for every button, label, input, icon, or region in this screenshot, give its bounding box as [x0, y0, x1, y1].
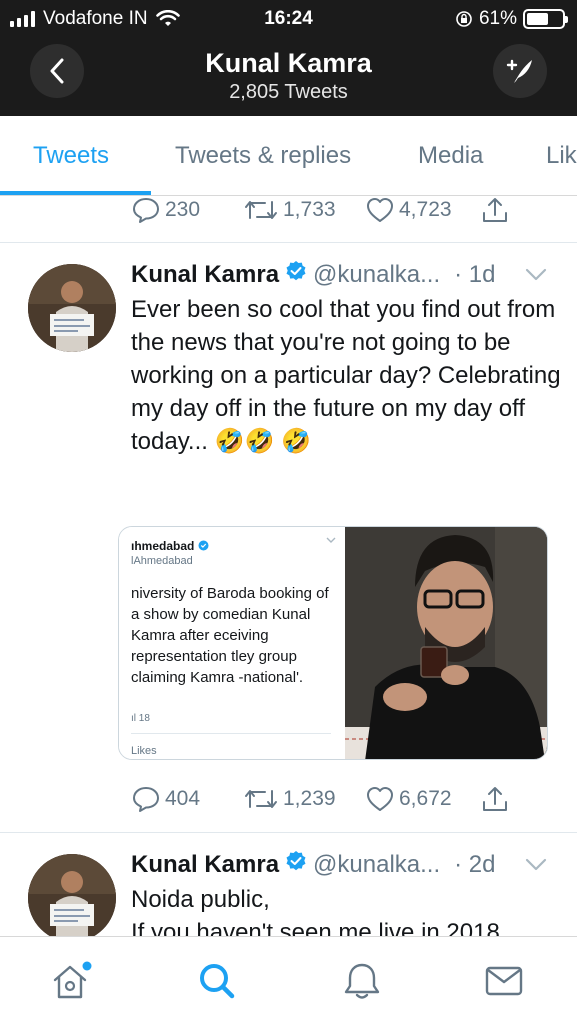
author-name[interactable]: Kunal Kamra [131, 851, 279, 879]
tab-home[interactable] [50, 961, 94, 1006]
battery-fill [527, 13, 548, 25]
tweet-text: Noida public, If you haven't seen me liv… [131, 886, 500, 936]
retweet-count: 1,239 [283, 787, 336, 810]
home-icon [53, 961, 92, 999]
avatar-photo [28, 264, 116, 352]
orientation-lock-icon [456, 11, 472, 27]
heart-icon [367, 198, 393, 222]
verified-badge-icon [286, 851, 306, 871]
battery-percent: 61% [478, 8, 517, 29]
chevron-down-icon[interactable] [525, 268, 547, 282]
retweet-icon [245, 201, 277, 219]
like-button[interactable]: 4,723 [365, 196, 481, 224]
media-photo [345, 527, 547, 759]
active-tab-indicator [0, 191, 151, 195]
quoted-likes-label: Likes [131, 745, 157, 757]
avatar-photo [28, 854, 116, 936]
tab-tweets[interactable]: Tweets [33, 142, 109, 170]
retweet-button[interactable]: 1,733 [243, 198, 365, 222]
quoted-verified-badge-icon [198, 540, 209, 551]
tweet-divider [0, 832, 577, 833]
tweet-feed[interactable]: 230 1,733 4,723 Kunal Kamra @kunalka... … [0, 196, 577, 936]
profile-name: Kunal Kamra [205, 48, 372, 78]
retweet-button[interactable]: 1,239 [243, 787, 365, 811]
tweet-actions: 404 1,239 6,672 [131, 785, 509, 813]
author-handle[interactable]: @kunalka... [313, 261, 440, 289]
status-bar: Vodafone IN 16:24 61% [0, 0, 577, 40]
quoted-divider [131, 733, 331, 734]
tweet-count: 2,805 Tweets [229, 81, 348, 103]
share-button[interactable] [481, 785, 509, 813]
reply-icon [133, 787, 159, 812]
tweet-time: · 1d [454, 261, 496, 288]
tweet-header: Kunal Kamra @kunalka... · 1d [131, 260, 496, 289]
notifications-icon [344, 963, 380, 999]
status-right: 61% [455, 8, 568, 30]
reply-button[interactable]: 230 [131, 196, 243, 224]
tweet-header: Kunal Kamra @kunalka... · 2d [131, 850, 496, 879]
tab-messages[interactable] [482, 961, 526, 1006]
tab-media[interactable]: Media [418, 142, 483, 170]
person-drinking-photo [345, 527, 547, 759]
tweet-text: Ever been so cool that you find out from… [131, 296, 561, 455]
like-count: 4,723 [399, 198, 452, 221]
compose-feather-icon [506, 59, 532, 83]
share-icon [483, 198, 507, 222]
battery-icon [523, 9, 568, 29]
quoted-author: ıhmedabad [131, 539, 209, 553]
tab-search[interactable] [195, 961, 239, 1006]
heart-icon [367, 787, 393, 811]
quoted-date: ıl 18 [131, 713, 150, 724]
tab-tweets-and-replies[interactable]: Tweets & replies [175, 142, 351, 170]
top-bar: Vodafone IN 16:24 61% Kunal Kamra 2,805 [0, 0, 577, 116]
tab-likes[interactable]: Lik [546, 142, 577, 170]
reply-icon [133, 198, 159, 223]
share-button[interactable] [481, 196, 509, 224]
chevron-down-icon[interactable] [525, 858, 547, 872]
verified-badge-icon [286, 261, 306, 281]
tweet-media[interactable]: ıhmedabad lAhmedabad niversity of Baroda… [118, 526, 548, 760]
tweet-actions: 230 1,733 4,723 [131, 196, 509, 224]
quoted-text: niversity of Baroda booking of a show by… [131, 585, 329, 686]
like-button[interactable]: 6,672 [365, 785, 481, 813]
profile-tabs: Tweets Tweets & replies Media Lik [0, 116, 577, 196]
avatar[interactable] [28, 264, 116, 352]
tab-notifications[interactable] [340, 961, 384, 1006]
compose-tweet-button[interactable] [493, 44, 547, 98]
quoted-handle: lAhmedabad [131, 555, 193, 567]
reply-count: 404 [165, 787, 201, 810]
like-count: 6,672 [399, 787, 452, 810]
retweet-count: 1,733 [283, 198, 336, 221]
quoted-chevron-icon [326, 537, 336, 543]
tweet-divider [0, 242, 577, 243]
bottom-tab-bar [0, 936, 577, 1024]
reply-count: 230 [165, 198, 201, 221]
quoted-tweet-screenshot: ıhmedabad lAhmedabad niversity of Baroda… [119, 527, 344, 759]
tweet-time: · 2d [454, 851, 496, 878]
share-icon [483, 787, 507, 811]
author-handle[interactable]: @kunalka... [313, 851, 440, 879]
avatar[interactable] [28, 854, 116, 936]
retweet-icon [245, 790, 277, 808]
messages-icon [485, 966, 523, 996]
reply-button[interactable]: 404 [131, 785, 243, 813]
search-icon [200, 964, 235, 999]
author-name[interactable]: Kunal Kamra [131, 261, 279, 289]
